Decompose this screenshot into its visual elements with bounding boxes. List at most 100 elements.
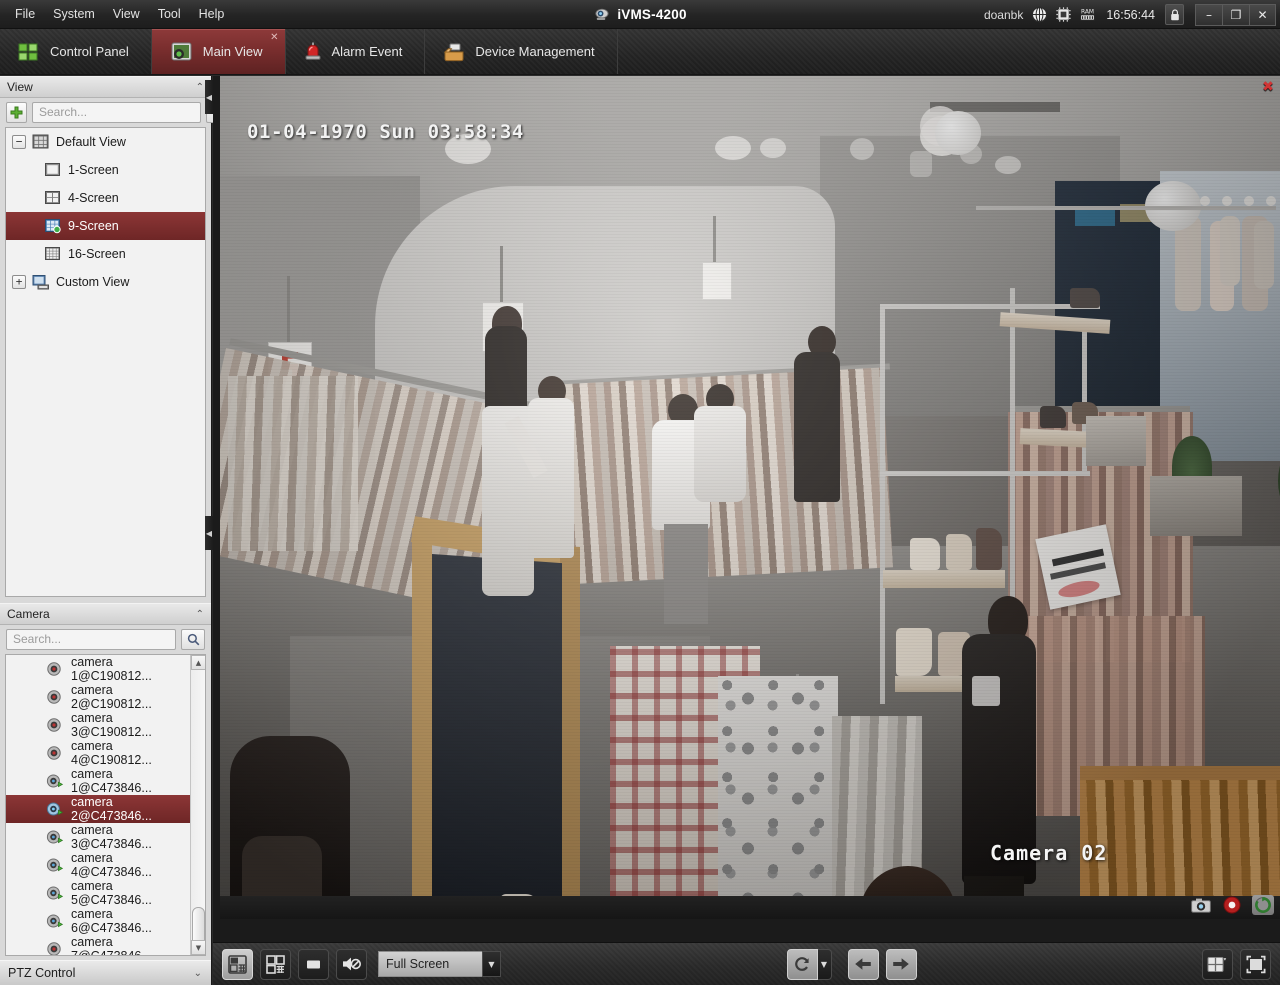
chevron-down-icon[interactable]: ⌄ <box>194 968 202 979</box>
list-item-label: camera 5@C473846... <box>71 879 190 907</box>
chevron-up-icon[interactable]: ⌃ <box>196 609 204 620</box>
refresh-button[interactable] <box>787 949 818 980</box>
record-button[interactable] <box>1221 895 1243 915</box>
list-item[interactable]: camera 3@C473846... <box>6 823 190 851</box>
app-title: iVMS-4200 <box>617 7 686 22</box>
ptz-button[interactable] <box>1252 895 1274 915</box>
mute-button[interactable] <box>336 949 367 980</box>
view-search-input[interactable] <box>32 102 201 123</box>
custom-view-icon <box>32 274 50 290</box>
full-screen-button[interactable] <box>1240 949 1271 980</box>
tree-item-custom-view[interactable]: + Custom View <box>6 268 205 296</box>
tree-item-9-screen[interactable]: 9-Screen <box>6 212 205 240</box>
list-item[interactable]: camera 2@C190812... <box>6 683 190 711</box>
record-icon <box>1223 896 1241 914</box>
camera-offline-icon <box>46 941 64 956</box>
chevron-up-icon[interactable]: ⌃ <box>196 82 204 93</box>
refresh-dropdown-icon[interactable]: ▼ <box>818 949 832 980</box>
video-window-camera-02[interactable]: ✖ 01-04-1970 Sun 03:58:34 Camera 02 <box>220 76 1280 919</box>
tab-bar: Control Panel Main View ✕ Alarm Event De… <box>0 29 1280 75</box>
tree-item-default-view[interactable]: − Default View <box>6 128 205 156</box>
video-camera-label-overlay: Camera 02 <box>990 841 1107 865</box>
view-tree: − Default View 1-Screen 4-Screen <box>5 127 206 597</box>
chevron-down-icon[interactable]: ▼ <box>482 951 501 977</box>
window-controls: – ❐ ✕ <box>1195 4 1276 26</box>
main-view-icon <box>170 41 193 62</box>
list-item[interactable]: camera 4@C473846... <box>6 851 190 879</box>
list-item[interactable]: camera 1@C473846... <box>6 767 190 795</box>
tab-alarm-event[interactable]: Alarm Event <box>286 29 426 74</box>
capture-button[interactable] <box>1190 895 1212 915</box>
camera-panel-header[interactable]: Camera ⌃ <box>0 603 211 625</box>
ram-icon[interactable]: RAM <box>1079 6 1096 23</box>
screen-layout-button[interactable] <box>222 949 253 980</box>
default-view-icon <box>32 134 50 150</box>
app-logo-icon <box>593 6 610 23</box>
list-item[interactable]: camera 2@C473846... <box>6 795 190 823</box>
globe-icon[interactable] <box>1031 6 1048 23</box>
screen-16-icon <box>44 246 62 262</box>
lock-button[interactable] <box>1165 4 1184 25</box>
minimize-button[interactable]: – <box>1195 4 1222 26</box>
camera-list: camera 1@C190812... camera 2@C190812... … <box>5 654 206 956</box>
list-item[interactable]: camera 4@C190812... <box>6 739 190 767</box>
list-item[interactable]: camera 5@C473846... <box>6 879 190 907</box>
camera-offline-icon <box>46 745 64 761</box>
list-item-label: camera 3@C473846... <box>71 823 190 851</box>
collapse-expander[interactable]: − <box>12 135 26 149</box>
expand-expander[interactable]: + <box>12 275 26 289</box>
tree-item-1-screen[interactable]: 1-Screen <box>6 156 205 184</box>
list-item[interactable]: camera 1@C190812... <box>6 655 190 683</box>
stop-all-button[interactable] <box>298 949 329 980</box>
grid-division-icon <box>1207 955 1228 974</box>
next-button[interactable] <box>886 949 917 980</box>
ptz-control-panel-header[interactable]: PTZ Control ⌄ <box>0 960 211 985</box>
menu-item-help[interactable]: Help <box>190 2 234 26</box>
tree-item-label: 1-Screen <box>68 163 119 177</box>
view-panel-title: View <box>7 80 33 94</box>
tab-main-view[interactable]: Main View ✕ <box>152 29 286 74</box>
list-item[interactable]: camera 6@C473846... <box>6 907 190 935</box>
tree-item-label: 4-Screen <box>68 191 119 205</box>
tab-control-panel[interactable]: Control Panel <box>0 29 152 74</box>
list-item[interactable]: camera 7@C473846... <box>6 935 190 956</box>
multi-layout-button[interactable] <box>260 949 291 980</box>
view-panel-collapse-handle[interactable]: ◀ <box>205 80 213 114</box>
scroll-down-icon[interactable]: ▼ <box>191 940 206 955</box>
tab-close-icon[interactable]: ✕ <box>270 33 278 43</box>
tree-item-16-screen[interactable]: 16-Screen <box>6 240 205 268</box>
camera-online-icon <box>46 801 64 817</box>
window-division-button[interactable] <box>1202 949 1233 980</box>
camera-online-icon <box>46 829 64 845</box>
list-item[interactable]: camera 3@C190812... <box>6 711 190 739</box>
close-button[interactable]: ✕ <box>1249 4 1276 26</box>
menu-item-tool[interactable]: Tool <box>149 2 190 26</box>
scroll-up-icon[interactable]: ▲ <box>191 655 206 670</box>
restore-button[interactable]: ❐ <box>1222 4 1249 26</box>
camera-search-input[interactable] <box>6 629 176 650</box>
view-panel-header[interactable]: View ⌃ <box>0 76 211 98</box>
video-area: ✖ 01-04-1970 Sun 03:58:34 Camera 02 <box>213 76 1280 942</box>
list-item-label: camera 4@C473846... <box>71 851 190 879</box>
full-screen-select-value[interactable]: Full Screen <box>378 951 482 977</box>
camera-online-icon <box>46 913 64 929</box>
menu-item-system[interactable]: System <box>44 2 104 26</box>
capture-icon <box>1191 898 1211 913</box>
add-view-button[interactable] <box>6 102 27 123</box>
arrow-left-icon <box>853 956 873 972</box>
layout-single-icon <box>228 955 247 974</box>
camera-search-button[interactable] <box>181 629 205 650</box>
video-close-icon[interactable]: ✖ <box>1258 78 1278 96</box>
title-bar: File System View Tool Help iVMS-4200 doa… <box>0 0 1280 29</box>
cpu-icon[interactable] <box>1055 6 1072 23</box>
tab-device-management[interactable]: Device Management <box>425 29 617 74</box>
tree-item-4-screen[interactable]: 4-Screen <box>6 184 205 212</box>
camera-list-scrollbar[interactable]: ▲ ▼ <box>190 655 205 955</box>
screen-9-icon <box>44 218 62 234</box>
previous-button[interactable] <box>848 949 879 980</box>
full-screen-select[interactable]: Full Screen ▼ <box>378 951 501 977</box>
menu-bar: File System View Tool Help <box>0 0 233 28</box>
menu-item-file[interactable]: File <box>6 2 44 26</box>
menu-item-view[interactable]: View <box>104 2 149 26</box>
camera-panel-collapse-handle[interactable]: ◀ <box>205 516 213 550</box>
